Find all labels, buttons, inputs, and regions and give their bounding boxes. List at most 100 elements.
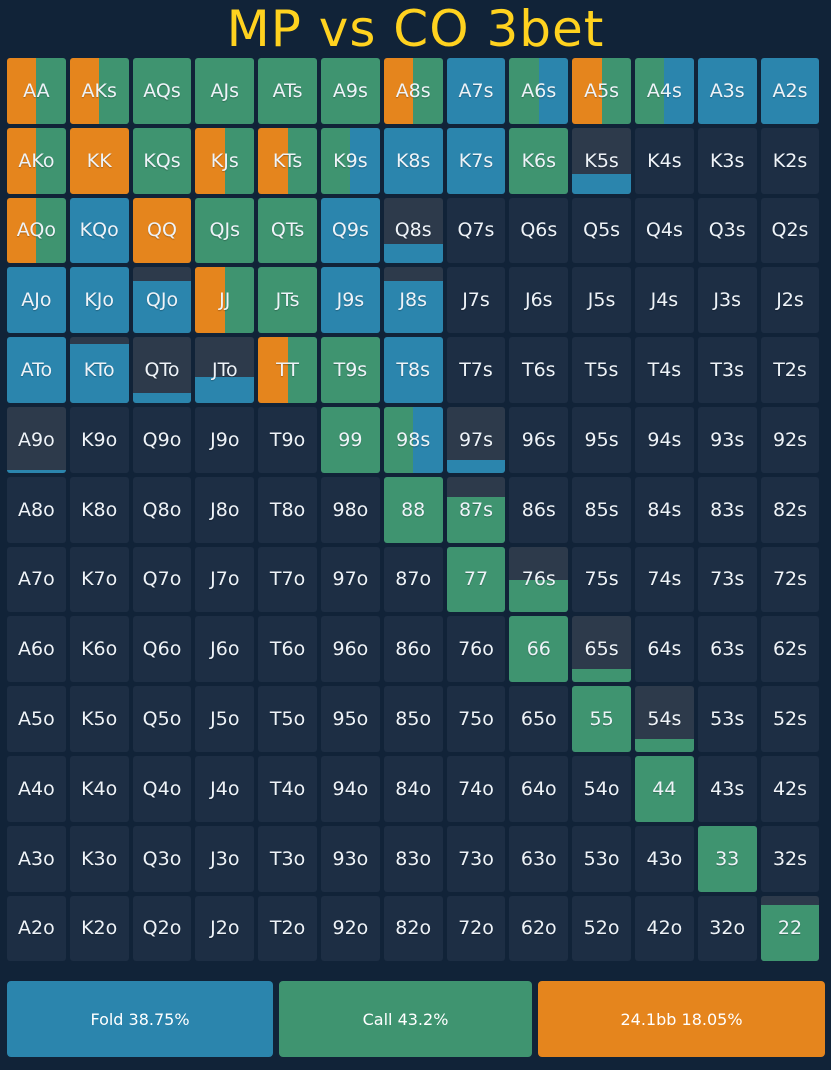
hand-label: 98s bbox=[396, 428, 431, 451]
hand-cell: Q3o bbox=[132, 825, 192, 892]
hand-label: 22 bbox=[777, 917, 803, 940]
hand-label: 54s bbox=[647, 708, 682, 731]
hand-label: J9s bbox=[336, 289, 365, 312]
hand-cell: TT bbox=[258, 337, 317, 403]
hand-label: T3o bbox=[269, 847, 306, 870]
hand-cell: J8s bbox=[383, 267, 443, 334]
hand-cell: K3s bbox=[697, 127, 757, 194]
hand-cell: 72s bbox=[760, 546, 820, 613]
hand-cell: A3s bbox=[697, 58, 757, 124]
hand-label: A9o bbox=[18, 428, 55, 451]
hand-label: TT bbox=[276, 359, 300, 382]
hand-label: 87o bbox=[395, 568, 432, 591]
hand-label: AQo bbox=[16, 219, 57, 242]
hand-cell: J5s bbox=[572, 267, 631, 334]
hand-label: QJo bbox=[145, 289, 179, 312]
hand-cell: 74o bbox=[446, 756, 506, 822]
hand-label: T6s bbox=[521, 359, 556, 382]
hand-cell: Q9s bbox=[321, 197, 380, 264]
hand-label: 43s bbox=[710, 777, 745, 800]
hand-label: T7o bbox=[269, 568, 306, 591]
hand-cell: 52s bbox=[760, 686, 820, 752]
hand-label: J3s bbox=[713, 289, 741, 312]
hand-cell: 33 bbox=[697, 825, 757, 892]
hand-cell: 53s bbox=[697, 686, 757, 752]
hand-label: K5s bbox=[584, 149, 619, 172]
hand-label: K2s bbox=[772, 149, 808, 172]
hand-cell: 65s bbox=[572, 616, 631, 683]
hand-label: K7o bbox=[81, 568, 118, 591]
hand-label: 54o bbox=[583, 777, 620, 800]
hand-label: JJ bbox=[219, 289, 231, 312]
hand-label: 55 bbox=[589, 708, 614, 731]
hand-cell: K9s bbox=[321, 127, 380, 194]
hand-cell: K8o bbox=[69, 476, 129, 543]
hand-cell: T5o bbox=[258, 686, 317, 752]
hand-cell: 96o bbox=[321, 616, 380, 683]
hand-cell: 22 bbox=[760, 895, 820, 962]
hand-label: A5s bbox=[584, 79, 620, 102]
hand-cell: 95s bbox=[572, 407, 631, 473]
hand-label: 88 bbox=[401, 498, 426, 521]
hand-label: 85s bbox=[584, 498, 619, 521]
hand-label: 65o bbox=[520, 708, 557, 731]
hand-label: T4o bbox=[269, 777, 306, 800]
hand-label: 43o bbox=[646, 847, 683, 870]
hand-cell: T5s bbox=[572, 337, 631, 403]
hand-cell: 86o bbox=[383, 616, 443, 683]
hand-label: Q4o bbox=[142, 777, 182, 800]
hand-cell: 94s bbox=[635, 407, 694, 473]
hand-cell: 86s bbox=[509, 476, 569, 543]
hand-label: Q6o bbox=[142, 638, 182, 661]
hand-cell: 77 bbox=[446, 546, 506, 613]
hand-cell: Q9o bbox=[132, 407, 192, 473]
hand-cell: 64s bbox=[635, 616, 694, 683]
hand-label: 83o bbox=[395, 847, 432, 870]
hand-label: AKs bbox=[81, 79, 117, 102]
hand-label: J5s bbox=[587, 289, 616, 312]
hand-label: A8o bbox=[18, 498, 55, 521]
hand-label: K2o bbox=[81, 917, 118, 940]
hand-label: 83s bbox=[710, 498, 745, 521]
hand-cell: 85s bbox=[572, 476, 631, 543]
hand-label: ATs bbox=[272, 79, 303, 102]
hand-cell: AKo bbox=[7, 127, 66, 194]
hand-cell: AJo bbox=[7, 267, 66, 334]
hand-cell: ATs bbox=[258, 58, 317, 124]
hand-label: A2o bbox=[18, 917, 55, 940]
hand-label: 84o bbox=[395, 777, 432, 800]
hand-label: K4o bbox=[81, 777, 118, 800]
hand-label: Q5o bbox=[142, 708, 182, 731]
hand-cell: JTo bbox=[195, 337, 255, 403]
hand-cell: 43o bbox=[635, 825, 694, 892]
hand-label: K4s bbox=[647, 149, 682, 172]
hand-cell: KJs bbox=[195, 127, 255, 194]
hand-cell: QTo bbox=[132, 337, 192, 403]
hand-label: 96s bbox=[521, 428, 556, 451]
hand-label: JTs bbox=[275, 289, 300, 312]
hand-cell: A2s bbox=[760, 58, 820, 124]
hand-cell: K7s bbox=[446, 127, 506, 194]
hand-cell: K8s bbox=[383, 127, 443, 194]
hand-cell: 87s bbox=[446, 476, 506, 543]
hand-cell: A7s bbox=[446, 58, 506, 124]
hand-cell: J9s bbox=[321, 267, 380, 334]
hand-label: KTo bbox=[83, 359, 115, 382]
hand-cell: 32s bbox=[760, 825, 820, 892]
hand-cell: 62s bbox=[760, 616, 820, 683]
legend-fold: Fold 38.75% bbox=[7, 981, 273, 1057]
hand-label: K3o bbox=[81, 847, 118, 870]
hand-cell: A5o bbox=[7, 686, 66, 752]
hand-label: A7s bbox=[458, 79, 494, 102]
hand-cell: J6o bbox=[195, 616, 255, 683]
hand-label: J2o bbox=[210, 917, 240, 940]
hand-cell: J7s bbox=[446, 267, 506, 334]
hand-label: Q3s bbox=[708, 219, 746, 242]
hand-cell: 75s bbox=[572, 546, 631, 613]
hand-label: A8s bbox=[395, 79, 431, 102]
hand-cell: J9o bbox=[195, 407, 255, 473]
hand-label: 94o bbox=[332, 777, 369, 800]
hand-label: K6s bbox=[521, 149, 557, 172]
hand-label: 52s bbox=[772, 708, 808, 731]
hand-cell: K7o bbox=[69, 546, 129, 613]
